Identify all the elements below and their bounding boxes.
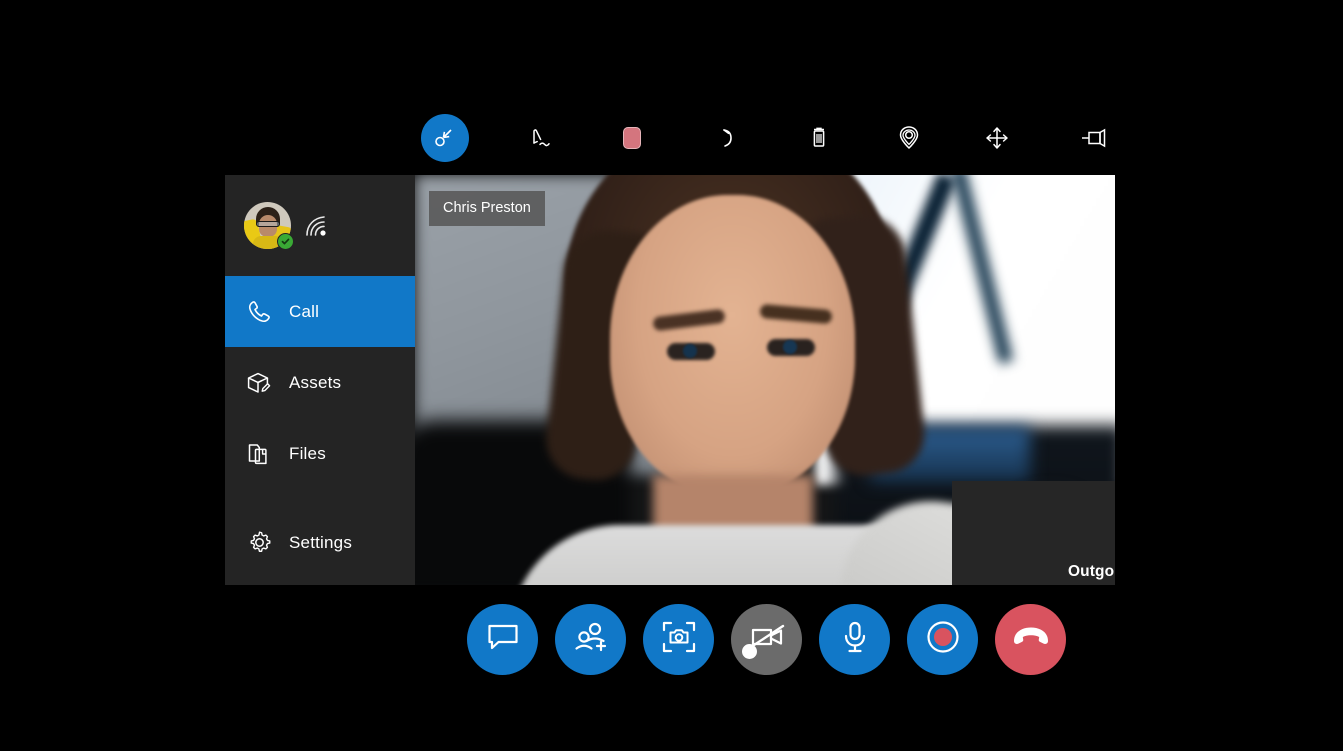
tool-delete[interactable] bbox=[797, 114, 841, 162]
add-participant-button[interactable] bbox=[555, 604, 626, 675]
call-window: Call Assets bbox=[225, 175, 1115, 585]
sidebar-item-label: Call bbox=[289, 302, 319, 322]
video-stage[interactable]: Chris Preston Outgoing Video is unavaila… bbox=[415, 175, 1115, 585]
tool-move[interactable] bbox=[975, 114, 1019, 162]
tool-pin[interactable] bbox=[1071, 114, 1115, 162]
sidebar-item-label: Assets bbox=[289, 373, 341, 393]
chat-button[interactable] bbox=[467, 604, 538, 675]
sidebar: Call Assets bbox=[225, 175, 415, 585]
tool-color[interactable] bbox=[610, 114, 654, 162]
tool-select[interactable] bbox=[415, 114, 476, 162]
participant-name-label: Chris Preston bbox=[429, 191, 545, 226]
tool-anchor[interactable] bbox=[887, 114, 931, 162]
profile-row bbox=[225, 175, 415, 276]
sidebar-spacer bbox=[225, 489, 415, 507]
move-arrows-icon bbox=[983, 124, 1011, 152]
record-button[interactable] bbox=[907, 604, 978, 675]
tool-undo[interactable] bbox=[706, 114, 750, 162]
sidebar-item-label: Files bbox=[289, 444, 326, 464]
undo-arrow-icon bbox=[714, 124, 742, 152]
location-target-icon bbox=[894, 123, 924, 153]
chat-bubble-icon bbox=[486, 622, 520, 657]
tool-ink[interactable] bbox=[518, 114, 562, 162]
sidebar-item-assets[interactable]: Assets bbox=[225, 347, 415, 418]
end-call-icon bbox=[1011, 626, 1051, 653]
end-call-button[interactable] bbox=[995, 604, 1066, 675]
sidebar-item-settings[interactable]: Settings bbox=[225, 507, 415, 578]
outgoing-video-unavailable-dialog: Outgoing Video is unavailable Outgoing V… bbox=[952, 481, 1115, 585]
camera-capture-icon bbox=[661, 620, 697, 659]
microphone-icon bbox=[841, 620, 869, 659]
app-root: Call Assets bbox=[0, 0, 1343, 751]
pen-ink-icon bbox=[526, 124, 554, 152]
pushpin-icon bbox=[1078, 126, 1108, 150]
dialog-title: Outgoing Video is unavailable bbox=[1068, 563, 1115, 581]
video-toggle-indicator bbox=[742, 644, 757, 659]
call-controls bbox=[467, 604, 1066, 675]
sidebar-item-files[interactable]: Files bbox=[225, 418, 415, 489]
add-person-icon bbox=[573, 621, 609, 658]
sidebar-item-call[interactable]: Call bbox=[225, 276, 415, 347]
phone-icon bbox=[244, 297, 274, 327]
sidebar-item-label: Settings bbox=[289, 533, 352, 553]
files-icon bbox=[244, 439, 274, 469]
status-badge bbox=[277, 233, 294, 250]
video-toggle-button[interactable] bbox=[731, 604, 802, 675]
avatar[interactable] bbox=[244, 202, 291, 249]
gear-icon bbox=[244, 528, 274, 558]
wifi-signal-icon bbox=[303, 213, 331, 239]
snapshot-button[interactable] bbox=[643, 604, 714, 675]
package-icon bbox=[244, 368, 274, 398]
trash-icon bbox=[806, 124, 832, 152]
cursor-arrow-icon bbox=[421, 114, 469, 162]
color-swatch-icon bbox=[623, 127, 641, 149]
record-icon bbox=[925, 619, 961, 660]
microphone-button[interactable] bbox=[819, 604, 890, 675]
annotation-toolbar bbox=[415, 105, 1115, 171]
